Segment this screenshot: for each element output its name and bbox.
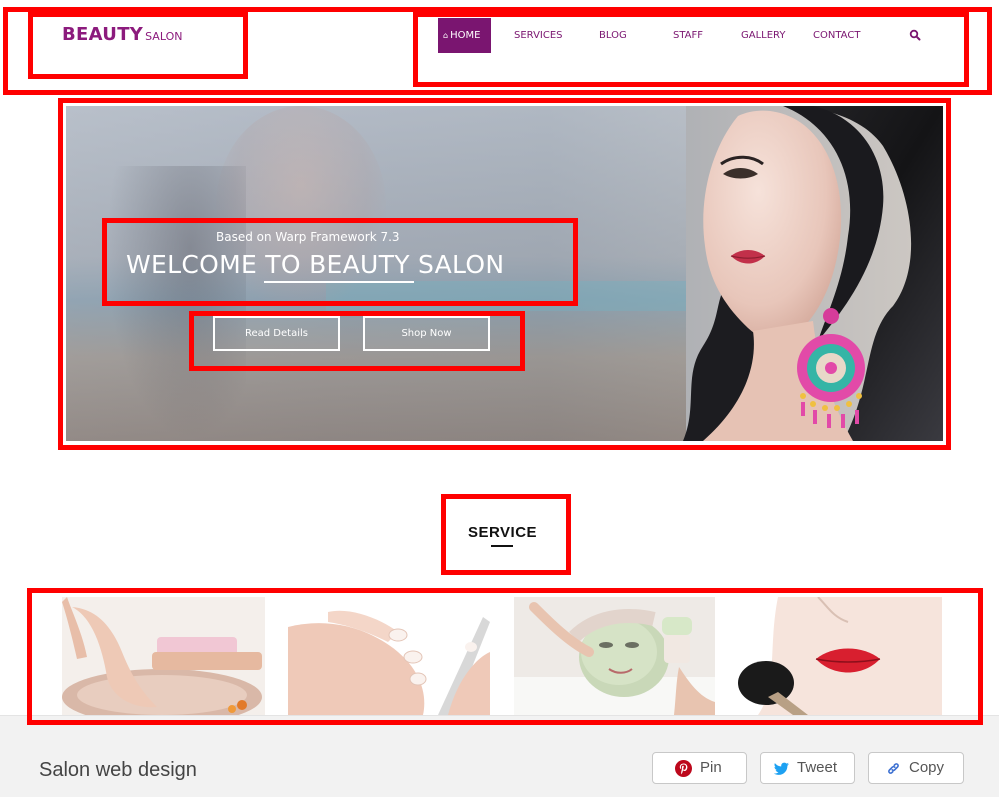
hero-reflection-hair [106, 166, 246, 441]
share-bar: Salon web design Pin Tweet Copy [0, 715, 999, 797]
makeup-image [738, 597, 942, 715]
tweet-label: Tweet [797, 759, 838, 776]
hero-banner: Based on Warp Framework 7.3 WELCOME TO B… [66, 106, 943, 441]
facial-mask-image [514, 597, 715, 715]
link-icon [888, 763, 899, 774]
pin-label: Pin [700, 759, 722, 776]
service-tile-pedicure[interactable] [62, 597, 265, 715]
hero-model-image [683, 106, 943, 441]
nav-item-gallery[interactable]: GALLERY [741, 18, 785, 53]
nav-item-home[interactable]: ⌂ HOME [438, 18, 491, 53]
pinterest-icon [675, 760, 692, 777]
manicure-image [288, 597, 490, 715]
logo-main-text: BEAUTY [62, 24, 144, 45]
hero-background-sea [326, 281, 686, 311]
nav-item-contact[interactable]: CONTACT [813, 18, 860, 53]
site-logo[interactable]: BEAUTY SALON [62, 24, 182, 45]
shop-now-button[interactable]: Shop Now [363, 316, 490, 351]
home-icon: ⌂ [443, 31, 449, 40]
service-heading-rule [491, 545, 513, 547]
hero-title-underline [264, 281, 414, 283]
nav-item-blog[interactable]: BLOG [599, 18, 627, 53]
nav-item-staff[interactable]: STAFF [673, 18, 703, 53]
annotation-box-logo [28, 12, 248, 79]
pedicure-image [62, 597, 265, 715]
service-heading: SERVICE [467, 524, 538, 541]
copy-link-button[interactable]: Copy [868, 752, 964, 784]
copy-label: Copy [909, 759, 945, 776]
page-title: Salon web design [39, 759, 197, 781]
nav-item-home-label: HOME [450, 30, 481, 41]
service-tile-facial[interactable] [514, 597, 715, 715]
logo-sub-text: SALON [145, 30, 183, 43]
read-details-button[interactable]: Read Details [213, 316, 340, 351]
hero-subtitle: Based on Warp Framework 7.3 [216, 230, 400, 244]
pin-button[interactable]: Pin [652, 752, 747, 784]
tweet-button[interactable]: Tweet [760, 752, 855, 784]
search-icon[interactable] [909, 29, 921, 41]
twitter-icon [773, 762, 789, 775]
service-tile-manicure[interactable] [288, 597, 490, 715]
service-tile-makeup[interactable] [738, 597, 942, 715]
hero-title: WELCOME TO BEAUTY SALON [126, 250, 505, 279]
nav-item-services[interactable]: SERVICES [514, 18, 563, 53]
